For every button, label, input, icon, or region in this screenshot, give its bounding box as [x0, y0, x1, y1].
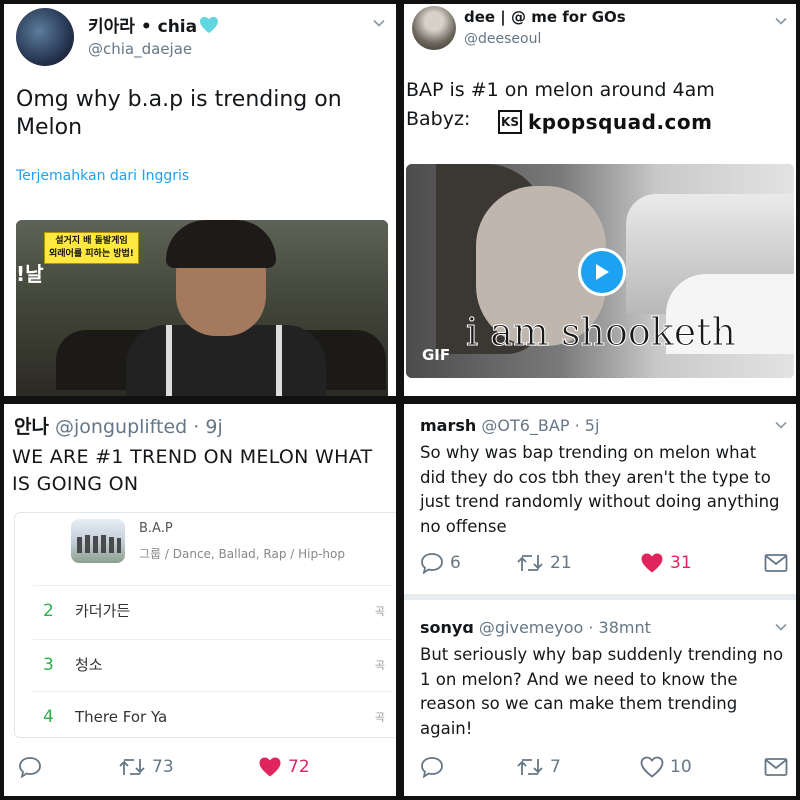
- reply-icon: [421, 757, 443, 778]
- like-count: 10: [670, 757, 692, 777]
- timestamp[interactable]: · 9j: [193, 416, 222, 438]
- song-title: 청소: [75, 656, 103, 674]
- tweet-text-line: BAP is #1 on melon around 4am: [406, 79, 715, 101]
- song-title: 카더가든: [75, 602, 131, 620]
- retweet-icon: [517, 759, 543, 775]
- reply-count: 6: [450, 553, 461, 573]
- reply-button[interactable]: [420, 756, 516, 778]
- tweet-header: marsh @OT6_BAP · 5j: [420, 416, 599, 435]
- handle[interactable]: @chia_daejae: [88, 40, 192, 58]
- watermark-logo: KS: [498, 110, 522, 134]
- retweet-count: 21: [550, 553, 572, 573]
- song-row[interactable]: 4 There For Ya 곡: [33, 691, 393, 737]
- retweet-button[interactable]: 7: [516, 756, 640, 778]
- blue-heart-icon: [199, 16, 219, 39]
- artist-name[interactable]: B.A.P: [139, 521, 173, 536]
- reply-icon: [19, 757, 41, 778]
- translate-link[interactable]: Terjemahkan dari Inggris: [16, 168, 189, 184]
- melon-card[interactable]: B.A.P 그룹 / Dance, Ballad, Rap / Hip-hop …: [14, 512, 396, 738]
- tweet-thread: marsh @OT6_BAP · 5j So why was bap trend…: [404, 404, 796, 796]
- tweet-actions: 6 21 31: [420, 552, 792, 574]
- image-side-text: !날: [16, 262, 44, 286]
- timestamp[interactable]: · 38mnt: [588, 618, 651, 637]
- gif-label: GIF: [422, 346, 451, 364]
- artist-thumbnail[interactable]: [71, 519, 125, 563]
- watermark: KS kpopsquad.com: [498, 110, 712, 134]
- retweet-count: 7: [550, 757, 561, 777]
- song-rank: 4: [43, 706, 54, 727]
- tweet-divider: [404, 594, 796, 600]
- handle[interactable]: @deeseoul: [464, 31, 541, 47]
- like-button[interactable]: 10: [640, 756, 764, 778]
- tweet-text: So why was bap trending on melon what di…: [420, 443, 780, 536]
- tweet-jonguplifted: 안나 @jonguplifted · 9j WE ARE #1 TREND ON…: [4, 404, 396, 796]
- heart-icon: [259, 757, 281, 777]
- retweet-button[interactable]: 21: [516, 552, 640, 574]
- mail-icon: [764, 554, 788, 572]
- display-name[interactable]: 안나: [14, 416, 49, 438]
- song-row[interactable]: 3 청소 곡: [33, 639, 393, 689]
- display-name[interactable]: 키아라 • chia: [88, 12, 219, 39]
- mail-icon: [764, 758, 788, 776]
- handle[interactable]: @givemeyoo: [479, 618, 583, 637]
- song-rank: 3: [43, 654, 54, 675]
- handle[interactable]: @jonguplifted: [55, 416, 187, 438]
- image-caption: 설거지 배 돌발게임 외래어를 피하는 방법!: [44, 232, 139, 264]
- artist-genre: 그룹 / Dance, Ballad, Rap / Hip-hop: [139, 547, 346, 561]
- retweet-icon: [517, 555, 543, 571]
- display-name-text[interactable]: 키아라 • chia: [88, 17, 197, 37]
- chevron-down-icon[interactable]: [372, 16, 386, 30]
- tweet-header: 안나 @jonguplifted · 9j: [14, 412, 223, 439]
- display-name[interactable]: marsh: [420, 416, 476, 435]
- share-button[interactable]: [764, 553, 788, 573]
- tweet-actions: 73 72: [18, 756, 388, 778]
- tweet-text: WE ARE #1 TREND ON MELON WHAT IS GOING O…: [12, 446, 373, 495]
- chevron-down-icon[interactable]: [774, 418, 788, 432]
- gif-caption: i am shooketh: [466, 310, 737, 355]
- song-title: There For Ya: [75, 707, 168, 726]
- retweet-icon: [119, 759, 145, 775]
- play-icon[interactable]: [578, 248, 626, 296]
- jacket-stripe: [276, 325, 282, 396]
- song-tag: 곡: [374, 604, 385, 618]
- image-caption-line: 설거지 배 돌발게임: [55, 236, 128, 246]
- image-caption-line: 외래어를 피하는 방법!: [49, 249, 134, 259]
- reply-button[interactable]: 6: [420, 552, 516, 574]
- handle[interactable]: @OT6_BAP: [481, 416, 569, 435]
- tweet-chia: 키아라 • chia @chia_daejae Omg why b.a.p is…: [4, 4, 396, 396]
- watermark-text: kpopsquad.com: [528, 110, 713, 134]
- tweet-text: Omg why b.a.p is trending on Melon: [16, 87, 342, 140]
- reply-button[interactable]: [18, 756, 118, 778]
- like-button[interactable]: 72: [258, 756, 358, 778]
- reply-icon: [421, 553, 443, 574]
- avatar[interactable]: [16, 8, 74, 66]
- like-count: 31: [670, 553, 692, 573]
- chevron-down-icon[interactable]: [774, 620, 788, 634]
- retweet-count: 73: [152, 757, 174, 777]
- tweet-actions: 7 10: [420, 756, 792, 778]
- chevron-down-icon[interactable]: [774, 14, 788, 28]
- tweet-text: But seriously why bap suddenly trending …: [420, 645, 784, 738]
- tweet-image[interactable]: !날 설거지 배 돌발게임 외래어를 피하는 방법!: [16, 220, 388, 396]
- avatar[interactable]: [412, 6, 456, 50]
- like-count: 72: [288, 757, 310, 777]
- song-row[interactable]: 2 카더가든 곡: [33, 585, 393, 635]
- group-photo-icon: [77, 535, 121, 553]
- jacket-stripe: [166, 325, 172, 396]
- display-name[interactable]: sonyɑ: [420, 618, 474, 637]
- timestamp[interactable]: · 5j: [575, 416, 600, 435]
- tweet-dee: dee | @ me for GOs @deeseoul BAP is #1 o…: [404, 4, 796, 396]
- share-button[interactable]: [764, 757, 788, 777]
- retweet-button[interactable]: 73: [118, 756, 258, 778]
- display-name[interactable]: dee | @ me for GOs: [464, 8, 626, 26]
- heart-icon: [641, 553, 663, 573]
- image-figure-hair: [166, 220, 276, 268]
- like-button[interactable]: 31: [640, 552, 764, 574]
- tweet-header: sonyɑ @givemeyoo · 38mnt: [420, 618, 651, 637]
- song-tag: 곡: [374, 710, 385, 724]
- song-rank: 2: [43, 600, 54, 621]
- tweet-gif[interactable]: i am shooketh GIF: [406, 164, 794, 378]
- song-tag: 곡: [374, 658, 385, 672]
- heart-outline-icon: [640, 756, 664, 778]
